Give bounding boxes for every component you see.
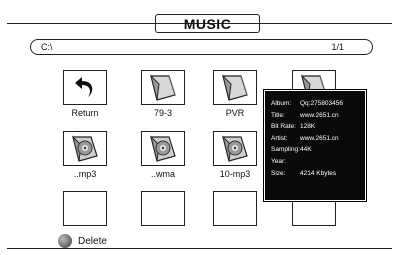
info-value: www.2651.cn	[300, 111, 339, 119]
grid-item-label: 10-mp3	[219, 169, 251, 179]
grid-item-empty[interactable]	[141, 191, 185, 226]
page-indicator: 1/1	[331, 42, 344, 52]
grid-item-label: ..wma	[150, 169, 175, 179]
info-key: Album:	[271, 100, 292, 107]
grid-item-tile	[141, 131, 185, 166]
music-browser-screen: MUSIC C:\ 1/1 Return 79-3 PVR ..mp3 ..wma 10-…	[0, 0, 399, 255]
info-key: Title:	[271, 111, 285, 119]
grid-item-empty[interactable]	[213, 191, 257, 226]
info-key: Sampling:	[271, 146, 300, 154]
path-bar: C:\ 1/1	[30, 39, 373, 55]
grid-item-return[interactable]: Return	[63, 70, 107, 118]
music-disc-icon	[219, 134, 251, 164]
info-key: Artist:	[271, 134, 288, 142]
grid-item-label: ..mp3	[73, 169, 97, 179]
info-key: Size:	[271, 169, 286, 177]
grid-item-10-mp3[interactable]: 10-mp3	[213, 131, 257, 179]
info-row: Album: Qq:275803456	[271, 98, 360, 110]
delete-button[interactable]: Delete	[58, 234, 107, 248]
info-row: Bit Rate: 128K	[271, 121, 360, 133]
info-value: www.2651.cn	[300, 134, 339, 142]
info-value: Qq:275803456	[300, 100, 344, 107]
folder-icon	[219, 73, 251, 103]
info-row: Size: 4214 Kbytes	[271, 168, 360, 180]
return-arrow-icon	[70, 73, 100, 103]
grid-item-tile	[141, 191, 185, 226]
grid-item-tile	[63, 131, 107, 166]
grid-item-tile	[213, 191, 257, 226]
grid-item-wma[interactable]: ..wma	[141, 131, 185, 179]
folder-icon	[147, 73, 179, 103]
grid-item-pvr[interactable]: PVR	[213, 70, 257, 118]
grid-item-label: Return	[71, 108, 99, 118]
grid-item-79-3[interactable]: 79-3	[141, 70, 185, 118]
grid-item-empty[interactable]	[63, 191, 107, 226]
current-path: C:\	[41, 42, 53, 52]
info-value: 4214 Kbytes	[300, 169, 337, 177]
grid-item-mp3[interactable]: ..mp3	[63, 131, 107, 179]
grid-item-tile	[213, 70, 257, 105]
page-title: MUSIC	[155, 14, 260, 33]
info-value: 44K	[300, 146, 312, 154]
delete-key-icon	[58, 234, 72, 248]
info-row: Artist: www.2651.cn	[271, 133, 360, 145]
grid-item-tile	[63, 70, 107, 105]
grid-item-tile	[213, 131, 257, 166]
grid-item-label: PVR	[225, 108, 245, 118]
grid-item-label: 79-3	[153, 108, 172, 118]
footer-divider	[7, 248, 392, 249]
grid-item-tile	[141, 70, 185, 105]
info-key: Year:	[271, 157, 286, 165]
music-disc-icon	[147, 134, 179, 164]
info-row: Sampling: 44K	[271, 144, 360, 156]
info-value	[300, 156, 360, 168]
info-key: Bit Rate:	[271, 123, 296, 131]
info-value: 128K	[300, 123, 316, 131]
delete-label: Delete	[78, 235, 107, 247]
grid-item-tile	[63, 191, 107, 226]
music-disc-icon	[69, 134, 101, 164]
info-row: Year:	[271, 156, 360, 168]
info-row: Title: www.2651.cn	[271, 110, 360, 122]
file-info-panel: Album: Qq:275803456 Title: www.2651.cn Bit R…	[263, 89, 367, 202]
